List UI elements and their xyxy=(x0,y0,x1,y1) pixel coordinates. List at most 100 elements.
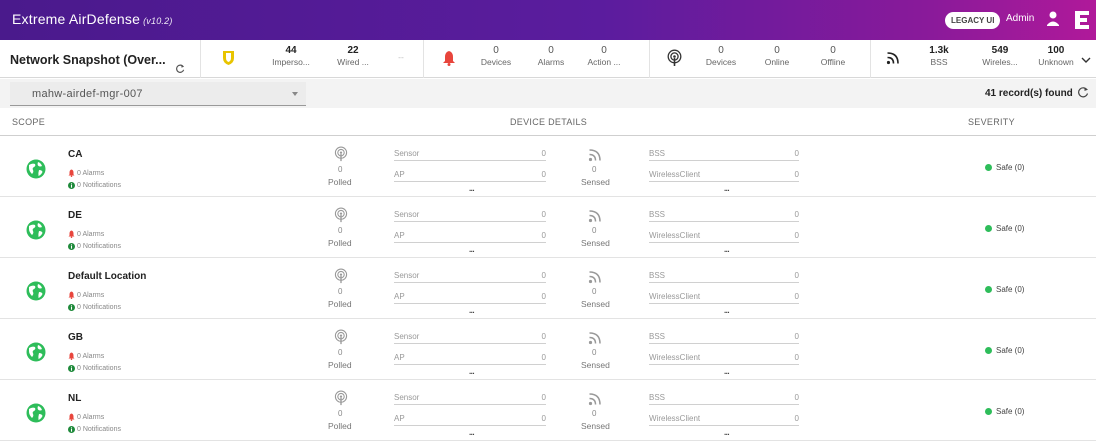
alarm-count[interactable]: 0 Alarms xyxy=(68,352,104,360)
more-icon[interactable]: ··· xyxy=(469,308,475,317)
chevron-down-icon[interactable] xyxy=(1081,56,1091,64)
more-icon[interactable]: ··· xyxy=(469,430,475,439)
table-row[interactable]: GB 0 Alarms 0 Notifications 0 Polled Sen… xyxy=(0,320,1096,380)
sensor-count-field[interactable]: Sensor 0 xyxy=(394,149,546,161)
alarm-count[interactable]: 0 Alarms xyxy=(68,169,104,177)
user-icon[interactable] xyxy=(1046,10,1060,28)
stat-value: 44 xyxy=(285,45,297,56)
sensor-count-field[interactable]: Sensor 0 xyxy=(394,271,546,283)
top-bar: Extreme AirDefense (v10.2) LEGACY UI Admi… xyxy=(0,0,1096,40)
location-name[interactable]: DE xyxy=(68,210,82,221)
polled-label: Polled xyxy=(328,238,352,248)
more-icon[interactable]: ··· xyxy=(724,430,730,439)
notification-count-label: 0 Notifications xyxy=(77,182,121,189)
bss-count-field[interactable]: BSS 0 xyxy=(649,271,799,283)
table-row[interactable]: CA 0 Alarms 0 Notifications 0 Polled Sen… xyxy=(0,137,1096,197)
wireless-client-count-field[interactable]: WirelessClient 0 xyxy=(649,353,799,365)
ap-count-field[interactable]: AP 0 xyxy=(394,353,546,365)
notification-count[interactable]: 0 Notifications xyxy=(68,365,121,372)
stat-value: 0 xyxy=(493,45,499,56)
more-icon[interactable]: ··· xyxy=(469,369,475,378)
stat-value: 100 xyxy=(1047,45,1065,56)
table-row[interactable]: DE 0 Alarms 0 Notifications 0 Polled Sen… xyxy=(0,198,1096,258)
alarm-count[interactable]: 0 Alarms xyxy=(68,291,104,299)
snapshot-refresh-icon[interactable] xyxy=(176,64,185,73)
ap-count-field[interactable]: AP 0 xyxy=(394,414,546,426)
stat-unknown[interactable]: 100 Unknown xyxy=(1036,45,1076,67)
bss-count-field[interactable]: BSS 0 xyxy=(649,210,799,222)
severity-header: SEVERITY xyxy=(968,117,1015,127)
wireless-client-value: 0 xyxy=(794,292,799,301)
stat-alarm-devices[interactable]: 0 Devices xyxy=(478,45,514,67)
more-icon[interactable]: ··· xyxy=(469,186,475,195)
bell-icon xyxy=(68,352,75,360)
location-name[interactable]: GB xyxy=(68,332,83,343)
location-name[interactable]: Default Location xyxy=(68,271,146,282)
info-icon xyxy=(68,426,75,433)
notification-count[interactable]: 0 Notifications xyxy=(68,243,121,250)
sensor-count-field[interactable]: Sensor 0 xyxy=(394,332,546,344)
notification-count[interactable]: 0 Notifications xyxy=(68,304,121,311)
wireless-client-count-field[interactable]: WirelessClient 0 xyxy=(649,414,799,426)
stat-bss[interactable]: 1.3k BSS xyxy=(925,45,953,67)
location-name[interactable]: CA xyxy=(68,149,82,160)
more-icon[interactable]: ··· xyxy=(724,369,730,378)
more-icon[interactable]: ··· xyxy=(724,308,730,317)
location-name[interactable]: NL xyxy=(68,393,81,404)
sensor-count-field[interactable]: Sensor 0 xyxy=(394,393,546,405)
polled-count: 0 xyxy=(338,348,343,357)
ap-count-field[interactable]: AP 0 xyxy=(394,170,546,182)
severity-status[interactable]: Safe (0) xyxy=(985,407,1024,416)
sensor-count-field[interactable]: Sensor 0 xyxy=(394,210,546,222)
shield-icon[interactable] xyxy=(222,50,235,66)
wireless-icon[interactable] xyxy=(886,51,900,65)
table-row[interactable]: NL 0 Alarms 0 Notifications 0 Polled Sen… xyxy=(0,381,1096,441)
stat-alarms[interactable]: 0 Alarms xyxy=(535,45,567,67)
more-icon[interactable]: ··· xyxy=(724,186,730,195)
appliance-select[interactable]: mahw-airdef-mgr-007 xyxy=(10,82,306,106)
table-row[interactable]: Default Location 0 Alarms 0 Notification… xyxy=(0,259,1096,319)
alarm-count-label: 0 Alarms xyxy=(77,352,105,360)
appliance-select-value: mahw-airdef-mgr-007 xyxy=(32,88,143,100)
refresh-icon[interactable] xyxy=(1077,86,1089,98)
alarm-count[interactable]: 0 Alarms xyxy=(68,230,104,238)
stat-wired[interactable]: 22 Wired ... xyxy=(333,45,373,67)
wireless-client-count-field[interactable]: WirelessClient 0 xyxy=(649,170,799,182)
sensor-label: Sensor xyxy=(394,332,420,341)
stat-sensor-offline[interactable]: 0 Offline xyxy=(816,45,850,67)
stat-value: 549 xyxy=(991,45,1009,56)
stat-sensor-online[interactable]: 0 Online xyxy=(760,45,794,67)
notification-count[interactable]: 0 Notifications xyxy=(68,182,121,189)
severity-status[interactable]: Safe (0) xyxy=(985,346,1024,355)
stat-impersonation[interactable]: 44 Imperso... xyxy=(271,45,311,67)
alarm-count[interactable]: 0 Alarms xyxy=(68,413,104,421)
bss-count-field[interactable]: BSS 0 xyxy=(649,332,799,344)
notification-count[interactable]: 0 Notifications xyxy=(68,426,121,433)
stat-actions[interactable]: 0 Action ... xyxy=(586,45,622,67)
more-icon[interactable]: ··· xyxy=(469,247,475,256)
bss-count-field[interactable]: BSS 0 xyxy=(649,149,799,161)
ap-count-field[interactable]: AP 0 xyxy=(394,292,546,304)
legacy-ui-button[interactable]: LEGACY UI xyxy=(945,12,1001,29)
severity-status[interactable]: Safe (0) xyxy=(985,163,1024,172)
wireless-client-count-field[interactable]: WirelessClient 0 xyxy=(649,292,799,304)
more-icon[interactable]: ··· xyxy=(724,247,730,256)
severity-status[interactable]: Safe (0) xyxy=(985,224,1024,233)
admin-user-label[interactable]: Admin xyxy=(1006,13,1034,24)
polled-label: Polled xyxy=(328,360,352,370)
stat-sensor-devices[interactable]: 0 Devices xyxy=(703,45,739,67)
stat-wireless-clients[interactable]: 549 Wireles... xyxy=(980,45,1020,67)
bss-count-field[interactable]: BSS 0 xyxy=(649,393,799,405)
wireless-client-count-field[interactable]: WirelessClient 0 xyxy=(649,231,799,243)
sensor-icon[interactable] xyxy=(667,49,682,67)
brand-icon[interactable] xyxy=(1073,9,1091,31)
severity-label: Safe (0) xyxy=(996,285,1025,294)
severity-status[interactable]: Safe (0) xyxy=(985,285,1024,294)
device-details-header: DEVICE DETAILS xyxy=(510,117,588,127)
ap-count-field[interactable]: AP 0 xyxy=(394,231,546,243)
sensor-value: 0 xyxy=(541,271,546,280)
notification-count-label: 0 Notifications xyxy=(77,304,121,311)
divider xyxy=(649,40,650,78)
snapshot-title[interactable]: Network Snapshot (Over... xyxy=(10,53,166,67)
bell-icon[interactable] xyxy=(442,50,456,66)
